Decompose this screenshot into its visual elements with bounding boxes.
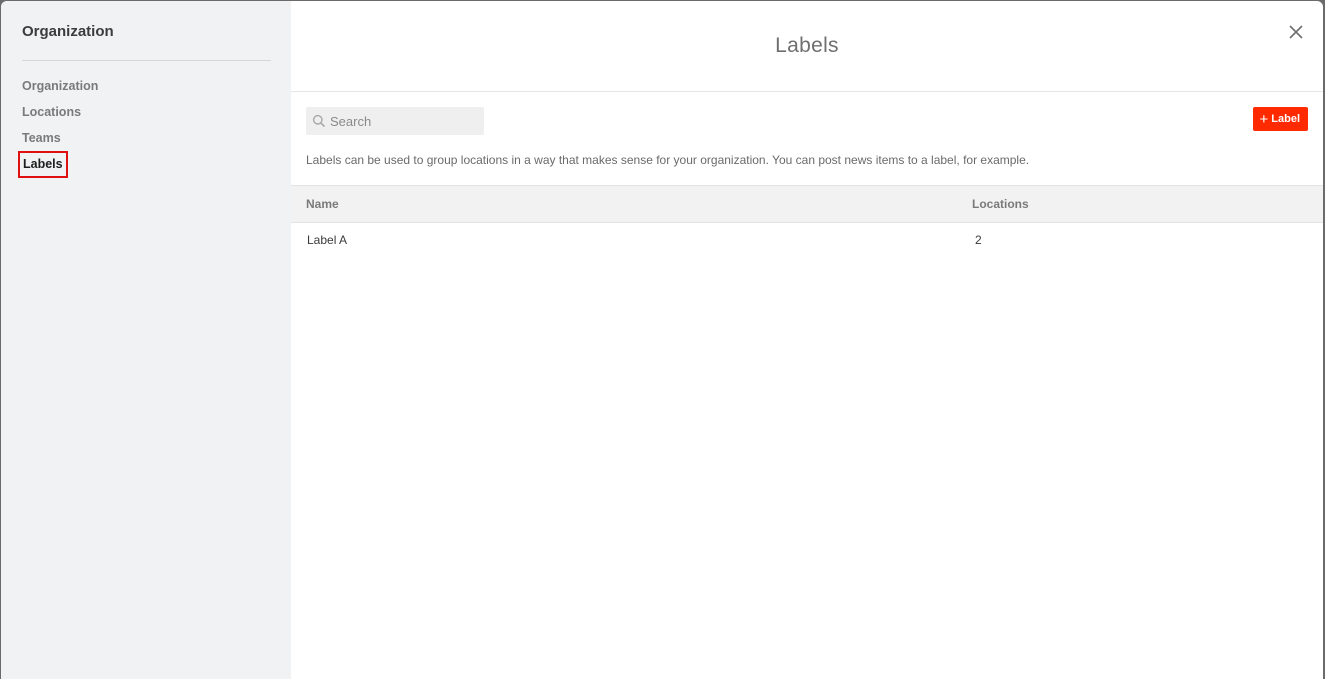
page-header: Labels (291, 1, 1323, 92)
main-panel: Labels + Label Labels can be used to gro… (291, 1, 1323, 679)
column-header-locations[interactable]: Locations (958, 185, 1323, 223)
table-header-row: Name Locations (291, 185, 1323, 223)
cell-locations: 2 (975, 232, 982, 247)
sidebar-item-locations[interactable]: Locations (22, 102, 271, 128)
sidebar-item-label: Organization (22, 79, 99, 93)
sidebar: Organization Organization Locations Team… (1, 1, 291, 679)
sidebar-nav: Organization Locations Teams Labels (18, 61, 271, 180)
page-title: Labels (775, 34, 839, 57)
column-header-name[interactable]: Name (291, 185, 958, 223)
description-text: Labels can be used to group locations in… (306, 153, 1030, 167)
search-box[interactable] (306, 107, 484, 135)
search-input[interactable] (330, 113, 470, 129)
sidebar-item-labels[interactable]: Labels (18, 151, 271, 180)
table-row[interactable]: Label A 2 (291, 223, 1323, 257)
close-icon[interactable] (1288, 24, 1304, 40)
sidebar-item-label: Labels (18, 151, 68, 178)
sidebar-title: Organization (22, 1, 271, 61)
add-label-button-text: Label (1271, 113, 1300, 125)
sidebar-item-organization[interactable]: Organization (22, 76, 271, 102)
toolbar: + Label Labels can be used to group loca… (291, 92, 1323, 185)
sidebar-item-label: Locations (22, 105, 82, 119)
sidebar-item-teams[interactable]: Teams (22, 128, 271, 154)
sidebar-item-label: Teams (22, 131, 61, 145)
search-icon (312, 114, 326, 128)
labels-table: Name Locations Label A 2 (291, 185, 1323, 257)
cell-name: Label A (307, 232, 348, 247)
settings-modal: Organization Organization Locations Team… (1, 1, 1323, 679)
plus-icon: + (1259, 110, 1269, 128)
add-label-button[interactable]: + Label (1252, 107, 1308, 131)
